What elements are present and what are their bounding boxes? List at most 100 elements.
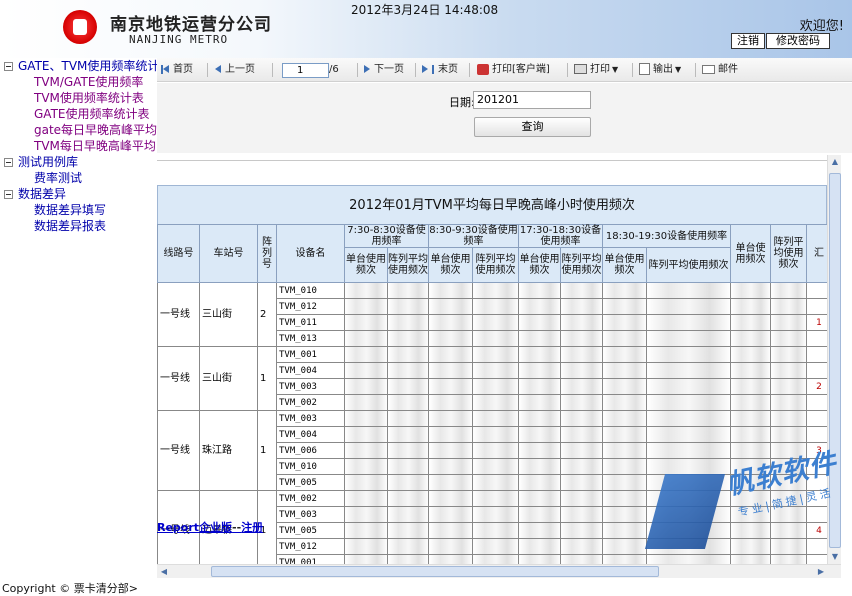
dropdown-caret-icon: ▼ (675, 65, 682, 74)
horizontal-scrollbar[interactable]: ◀ ▶ (157, 564, 841, 578)
tree-item-gate-peak-avg[interactable]: gate每日早晚高峰平均 (0, 122, 157, 138)
obscured-value-cell (646, 282, 731, 299)
obscured-value-cell (428, 474, 473, 491)
obscured-value-cell (770, 378, 807, 395)
export-menu-button[interactable]: 输出 ▼ (639, 63, 681, 77)
obscured-value-cell (387, 282, 429, 299)
obscured-value-cell (387, 314, 429, 331)
register-link[interactable]: 注册 (241, 521, 263, 534)
horizontal-scroll-thumb[interactable] (211, 566, 659, 577)
toolbar-divider (695, 63, 696, 77)
query-button[interactable]: 查询 (474, 117, 591, 137)
device-cell: TVM_002 (276, 490, 345, 507)
station-cell: 三山街 (199, 346, 258, 411)
collapse-icon[interactable] (4, 62, 13, 71)
toolbar-divider (567, 63, 568, 77)
col-header-slot2: 8:30-9:30设备使用频率 (428, 224, 519, 248)
tree-item-fare-test[interactable]: 费率测试 (0, 170, 157, 186)
toolbar-divider (469, 63, 470, 77)
date-input[interactable]: 201201 (473, 91, 591, 109)
obscured-value-cell (428, 458, 473, 475)
obscured-value-cell (770, 506, 807, 523)
obscured-value-cell (428, 378, 473, 395)
col-header-single: 单台使用频次 (602, 247, 647, 283)
obscured-value-cell (428, 522, 473, 539)
device-cell: TVM_004 (276, 362, 345, 379)
obscured-value-cell (602, 298, 647, 315)
next-page-button[interactable]: 下一页 (364, 63, 404, 77)
mail-button[interactable]: 邮件 (702, 63, 738, 77)
last-icon (432, 64, 434, 74)
obscured-value-cell (730, 410, 771, 427)
scroll-right-icon[interactable]: ▶ (816, 567, 826, 577)
obscured-value-cell (344, 490, 388, 507)
page-number-input[interactable]: 1 (282, 63, 329, 78)
obscured-value-cell (472, 522, 519, 539)
device-cell: TVM_001 (276, 554, 345, 564)
last-arrow-icon (422, 65, 428, 73)
scroll-up-icon[interactable]: ▲ (830, 157, 840, 167)
product-link[interactable]: Report企业版 (157, 521, 232, 534)
vertical-scrollbar[interactable]: ▲ ▼ (827, 155, 841, 564)
obscured-value-cell (646, 394, 731, 411)
obscured-value-cell (387, 554, 429, 564)
tree-item-tvm-usage-table[interactable]: TVM使用频率统计表 (0, 90, 157, 106)
obscured-value-cell (730, 426, 771, 443)
obscured-value-cell (730, 458, 771, 475)
vertical-scroll-thumb[interactable] (829, 173, 841, 548)
obscured-value-cell (560, 410, 603, 427)
obscured-value-cell (344, 506, 388, 523)
obscured-value-cell (602, 330, 647, 347)
column-cell: 1 (257, 410, 277, 491)
tree-item-tvm-gate-usage[interactable]: TVM/GATE使用频率 (0, 74, 157, 90)
obscured-value-cell (472, 330, 519, 347)
first-page-button[interactable]: 首页 (161, 63, 193, 77)
col-header-array-avg: 阵列平均使用频次 (646, 247, 731, 283)
tree-item-diff-fill[interactable]: 数据差异填写 (0, 202, 157, 218)
tree-group-test-cases[interactable]: 测试用例库 (0, 154, 157, 170)
col-header-single-total: 单台使用频次 (730, 224, 771, 283)
obscured-value-cell (344, 282, 388, 299)
obscured-value-cell (472, 426, 519, 443)
logout-button[interactable]: 注销 (731, 33, 765, 49)
last-page-button[interactable]: 末页 (422, 63, 458, 77)
tree-group-data-diff[interactable]: 数据差异 (0, 186, 157, 202)
obscured-value-cell (730, 394, 771, 411)
scroll-left-icon[interactable]: ◀ (159, 567, 169, 577)
print-menu-button[interactable]: 打印 ▼ (574, 63, 618, 77)
obscured-value-cell (344, 330, 388, 347)
obscured-value-cell (770, 314, 807, 331)
prev-page-button[interactable]: 上一页 (215, 63, 255, 77)
tree-item-tvm-peak-avg[interactable]: TVM每日早晚高峰平均 (0, 138, 157, 154)
collapse-icon[interactable] (4, 190, 13, 199)
change-password-button[interactable]: 修改密码 (766, 33, 830, 49)
print-client-button[interactable]: 打印[客户端] (477, 63, 550, 77)
col-header-single: 单台使用频次 (344, 247, 388, 283)
mail-icon (702, 64, 715, 74)
obscured-value-cell (730, 554, 771, 564)
obscured-value-cell (646, 522, 731, 539)
obscured-value-cell (602, 282, 647, 299)
obscured-value-cell (518, 458, 561, 475)
obscured-value-cell (560, 378, 603, 395)
report-edition-link[interactable]: Report企业版--注册 (157, 519, 263, 535)
obscured-value-cell (472, 458, 519, 475)
obscured-value-cell (646, 426, 731, 443)
col-header-station: 车站号 (199, 224, 258, 283)
obscured-value-cell (770, 522, 807, 539)
device-cell: TVM_001 (276, 346, 345, 363)
tree-group-usage[interactable]: GATE、TVM使用频率统计 (0, 58, 157, 74)
collapse-icon[interactable] (4, 158, 13, 167)
tree-item-gate-usage-table[interactable]: GATE使用频率统计表 (0, 106, 157, 122)
obscured-value-cell (428, 490, 473, 507)
obscured-value-cell (770, 426, 807, 443)
col-header-single: 单台使用频次 (518, 247, 561, 283)
obscured-value-cell (646, 474, 731, 491)
company-name: 南京地铁运营分公司 (110, 15, 272, 35)
obscured-value-cell (560, 522, 603, 539)
scroll-down-icon[interactable]: ▼ (830, 552, 840, 562)
tree-item-diff-report[interactable]: 数据差异报表 (0, 218, 157, 234)
device-cell: TVM_003 (276, 506, 345, 523)
obscured-value-cell (730, 378, 771, 395)
device-cell: TVM_003 (276, 410, 345, 427)
